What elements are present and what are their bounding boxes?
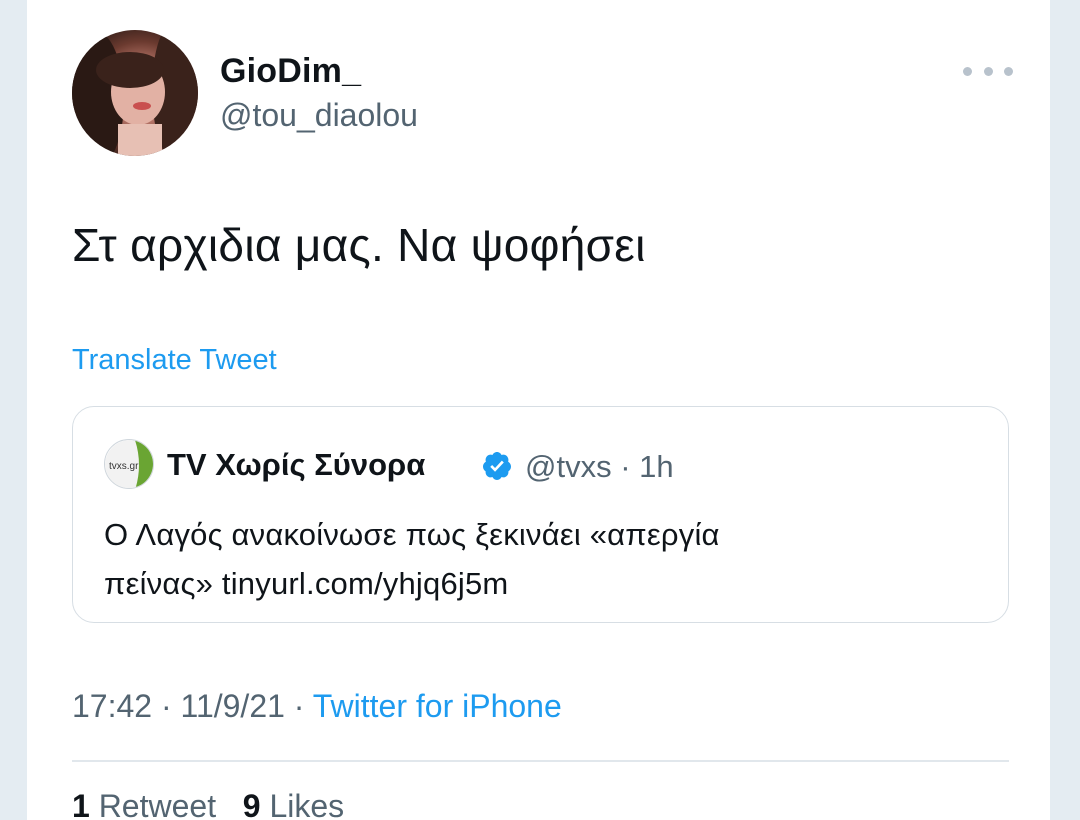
- quoted-display-name[interactable]: TV Χωρίς Σύνορα: [167, 447, 425, 483]
- divider: [72, 760, 1009, 762]
- more-options-icon[interactable]: [963, 56, 1013, 86]
- tweet-timestamp[interactable]: 17:42 · 11/9/21 ·: [72, 688, 304, 724]
- tweet-text: Στ αρχιδια μας. Να ψοφήσει: [72, 219, 646, 271]
- retweet-count: 1: [72, 788, 90, 820]
- quoted-avatar-logo-text: tvxs.gr: [109, 461, 139, 472]
- quoted-handle[interactable]: @tvxs: [525, 449, 612, 484]
- quoted-tweet[interactable]: tvxs.gr TV Χωρίς Σύνορα @tvxs · 1h Ο Λαγ…: [72, 406, 1009, 623]
- verified-badge-icon: [483, 452, 511, 480]
- tweet-stats: 1 Retweet 9 Likes: [72, 788, 344, 820]
- retweet-stat[interactable]: 1 Retweet: [72, 788, 216, 820]
- author-handle[interactable]: @tou_diaolou: [220, 97, 418, 134]
- tweet-source[interactable]: Twitter for iPhone: [313, 688, 562, 724]
- quoted-time[interactable]: 1h: [639, 449, 673, 484]
- author-avatar[interactable]: [72, 30, 198, 156]
- retweet-label: Retweet: [98, 788, 217, 820]
- likes-count: 9: [242, 788, 261, 820]
- likes-label: Likes: [269, 788, 345, 820]
- likes-stat[interactable]: 9 Likes: [243, 788, 344, 820]
- tweet-card: GioDim_ @tou_diaolou Στ αρχιδια μας. Να …: [27, 0, 1050, 820]
- author-display-name[interactable]: GioDim_: [220, 52, 361, 91]
- quoted-text: Ο Λαγός ανακοίνωσε πως ξεκινάει «απεργία…: [104, 510, 964, 608]
- quoted-text-line-2[interactable]: πείνας» tinyurl.com/yhjq6j5m: [104, 559, 964, 608]
- quoted-text-line-1: Ο Λαγός ανακοίνωσε πως ξεκινάει «απεργία: [104, 517, 720, 552]
- quoted-author-avatar[interactable]: tvxs.gr: [104, 439, 154, 489]
- quoted-separator: ·: [620, 449, 631, 484]
- quoted-meta: @tvxs · 1h: [525, 449, 674, 485]
- translate-tweet-link[interactable]: Translate Tweet: [72, 344, 277, 377]
- tweet-meta: 17:42 · 11/9/21 · Twitter for iPhone: [72, 688, 562, 725]
